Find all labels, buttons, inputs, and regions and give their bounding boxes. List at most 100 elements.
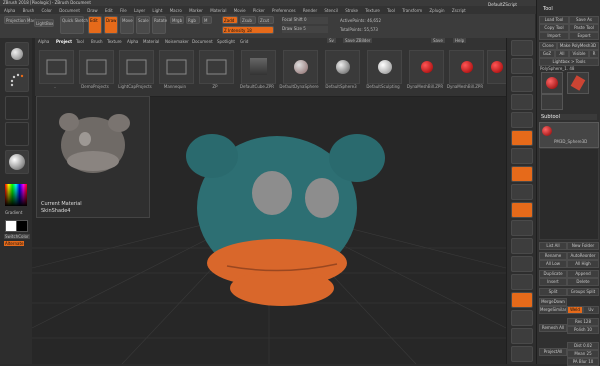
brush-thumbnail[interactable] xyxy=(5,68,29,92)
texture-thumbnail[interactable] xyxy=(5,122,29,146)
draw-button[interactable]: Draw xyxy=(104,16,118,34)
menu-item[interactable]: Zscript xyxy=(452,8,466,13)
help-button[interactable]: Help xyxy=(453,38,467,43)
scale-view-button[interactable] xyxy=(511,256,533,272)
menu-item[interactable]: Marker xyxy=(189,8,203,13)
mergedown-button[interactable]: MergeDown xyxy=(539,298,567,306)
menu-item[interactable]: File xyxy=(120,8,127,13)
project-tile-sphere[interactable] xyxy=(325,50,360,84)
lightbox-button[interactable]: LightBox xyxy=(34,19,54,27)
menu-item[interactable]: Zplugin xyxy=(429,8,444,13)
project-tile-dynamesh[interactable] xyxy=(487,50,507,84)
menu-item[interactable]: Stroke xyxy=(345,8,358,13)
remesh-all-button[interactable]: Remesh All xyxy=(539,324,567,332)
alternate-button[interactable]: Alternate xyxy=(4,241,25,246)
tab-alpha[interactable]: Alpha xyxy=(38,39,49,44)
floor-button[interactable] xyxy=(511,166,533,182)
delete-button[interactable]: Delete xyxy=(567,278,599,286)
all-high-button[interactable]: All High xyxy=(567,260,599,268)
r-button[interactable]: R xyxy=(589,50,599,58)
autoreorder-button[interactable]: AutoReorder xyxy=(567,252,599,260)
project-tile-sphere[interactable] xyxy=(367,50,402,84)
menu-item[interactable]: Picker xyxy=(253,8,265,13)
menu-item[interactable]: Material xyxy=(210,8,226,13)
solo-button[interactable] xyxy=(511,328,533,344)
menu-item[interactable]: Movie xyxy=(234,8,246,13)
mean-slider[interactable]: Mean 25 xyxy=(567,350,599,358)
z-intensity-slider[interactable]: Z Intensity 18 xyxy=(222,26,274,34)
xpose-button[interactable] xyxy=(511,346,533,362)
list-all-button[interactable]: List All xyxy=(539,242,567,250)
switch-color-button[interactable]: SwitchColor xyxy=(4,234,30,239)
tool-thumbnail[interactable] xyxy=(541,94,563,110)
tab-grid[interactable]: Grid xyxy=(240,39,248,44)
zsub-button[interactable]: Zsub xyxy=(240,16,256,24)
menu-item[interactable]: Layer xyxy=(134,8,145,13)
load-tool-button[interactable]: Load Tool xyxy=(539,16,569,24)
aahalf-button[interactable] xyxy=(511,130,533,146)
rotate-view-button[interactable] xyxy=(511,274,533,290)
polyf-button[interactable] xyxy=(511,292,533,308)
rename-button[interactable]: Rename xyxy=(539,252,567,260)
move-view-button[interactable] xyxy=(511,238,533,254)
project-tile-sphere[interactable] xyxy=(283,50,318,84)
xyz-button[interactable] xyxy=(511,202,533,218)
menu-item[interactable]: Preferences xyxy=(272,8,296,13)
save-button[interactable]: Save xyxy=(431,38,445,43)
pa-blur-slider[interactable]: PA Blur 10 xyxy=(567,358,599,366)
menu-item[interactable]: Draw xyxy=(87,8,97,13)
copy-tool-button[interactable]: Copy Tool xyxy=(539,24,569,32)
all-low-button[interactable]: All Low xyxy=(539,260,567,268)
zcut-button[interactable]: Zcut xyxy=(258,16,274,24)
rgb-button[interactable]: Rgb xyxy=(186,16,200,24)
spix-button[interactable] xyxy=(511,58,533,74)
tab-tool[interactable]: Tool xyxy=(76,39,84,44)
tab-alpha-2[interactable]: Alpha xyxy=(127,39,138,44)
save-zbilder-button[interactable]: Save ZBilder xyxy=(343,38,373,43)
mergesimilar-button[interactable]: MergeSimilar xyxy=(539,306,567,314)
clone-button[interactable]: Clone xyxy=(539,42,557,50)
tool-thumbnail[interactable] xyxy=(567,72,589,94)
secondary-color-swatch[interactable] xyxy=(16,220,28,232)
menu-item[interactable]: Color xyxy=(41,8,51,13)
bpr-button[interactable] xyxy=(511,40,533,56)
polish-slider[interactable]: Polish 10 xyxy=(567,326,599,334)
menu-item[interactable]: Tool xyxy=(387,8,395,13)
menu-item[interactable]: Macro xyxy=(170,8,182,13)
folder-tile[interactable] xyxy=(199,50,234,84)
folder-tile[interactable] xyxy=(159,50,194,84)
persp-button[interactable] xyxy=(511,148,533,164)
zoom-button[interactable] xyxy=(511,94,533,110)
local-button[interactable] xyxy=(511,184,533,200)
actual-button[interactable] xyxy=(511,112,533,128)
rotate-button[interactable]: Rotate xyxy=(152,16,167,34)
all-button[interactable]: All xyxy=(555,50,569,58)
m-button[interactable]: M xyxy=(202,16,212,24)
menu-item[interactable]: Edit xyxy=(105,8,113,13)
scale-button[interactable]: Scale xyxy=(136,16,150,34)
split-button[interactable]: Split xyxy=(539,288,567,296)
visible-button[interactable]: Visible xyxy=(569,50,589,58)
tab-brush[interactable]: Brush xyxy=(91,39,103,44)
export-button[interactable]: Export xyxy=(569,32,599,40)
folder-tile[interactable] xyxy=(79,50,114,84)
menu-item[interactable]: Alpha xyxy=(4,8,15,13)
menu-item[interactable]: Render xyxy=(303,8,317,13)
new-folder-button[interactable]: New Folder xyxy=(567,242,599,250)
folder-tile[interactable] xyxy=(119,50,154,84)
goz-button[interactable]: GoZ xyxy=(539,50,555,58)
res-slider[interactable]: Res 128 xyxy=(567,318,599,326)
zadd-button[interactable]: Zadd xyxy=(222,16,238,24)
sv-button[interactable]: Sv xyxy=(327,38,336,43)
quick-sketch-button[interactable]: Quick Sketch xyxy=(60,16,88,34)
paste-tool-button[interactable]: Paste Tool xyxy=(569,24,599,32)
import-button[interactable]: Import xyxy=(539,32,569,40)
menu-item[interactable]: Texture xyxy=(365,8,380,13)
edit-button[interactable]: Edit xyxy=(88,16,102,34)
material-thumbnail[interactable] xyxy=(5,150,29,174)
sculpt-model[interactable] xyxy=(186,134,385,306)
projection-master-button[interactable]: Projection Master xyxy=(4,16,41,24)
tab-document[interactable]: Document xyxy=(192,39,213,44)
tool-thumbnail[interactable] xyxy=(541,72,563,94)
alpha-thumbnail[interactable] xyxy=(5,96,29,120)
